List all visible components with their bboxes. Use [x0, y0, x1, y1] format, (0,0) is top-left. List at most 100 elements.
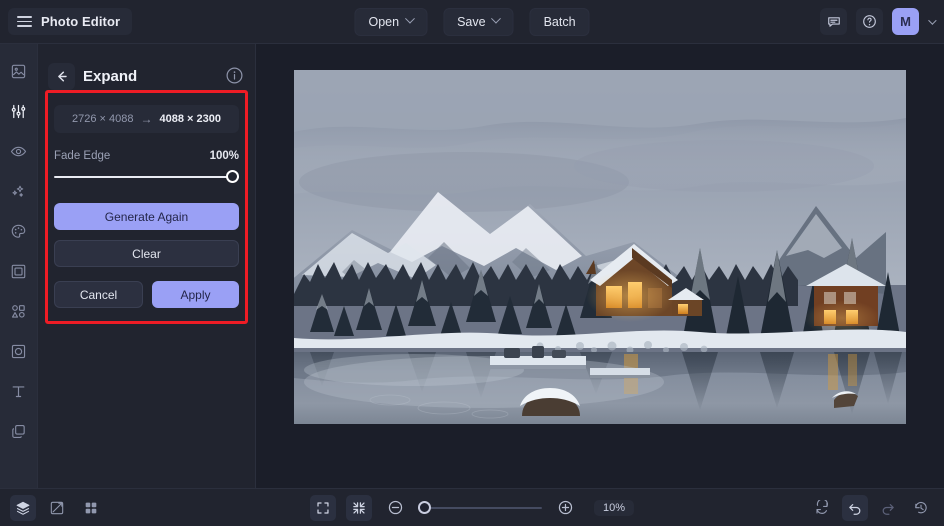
panel-content: 2726 × 4088 → 4088 × 2300 Fade Edge 100%… [38, 105, 255, 308]
image-icon [11, 64, 26, 78]
history-icon [915, 501, 927, 513]
account-chevron-down-icon[interactable] [928, 15, 937, 25]
app-body: Expand 2726 × 4088 → 4088 × 2300 Fade Ed… [0, 44, 944, 488]
tool-rail [0, 44, 38, 488]
generate-again-button[interactable]: Generate Again [54, 203, 239, 230]
fade-edge-slider-track [54, 176, 239, 178]
fade-edge-slider-handle[interactable] [226, 170, 239, 183]
chevron-down-icon [404, 13, 415, 24]
hamburger-icon[interactable] [17, 16, 32, 27]
fullscreen-button[interactable] [309, 494, 336, 521]
batch-label: Batch [543, 14, 576, 29]
dimensions-to: 4088 × 2300 [159, 113, 221, 125]
eye-icon [10, 146, 27, 156]
open-label: Open [368, 14, 400, 29]
undo-icon [849, 503, 861, 515]
help-button[interactable] [856, 8, 883, 35]
fade-edge-value: 100% [209, 150, 239, 162]
reset-icon [816, 499, 828, 514]
layers-icon [16, 501, 30, 515]
avatar[interactable]: M [892, 8, 919, 35]
grid-icon [85, 502, 97, 513]
shapes-icon [11, 304, 25, 318]
photo-image [294, 70, 906, 424]
history-button[interactable] [908, 495, 934, 521]
open-button[interactable]: Open [354, 7, 428, 36]
rail-item-text[interactable] [6, 378, 32, 404]
batch-button[interactable]: Batch [529, 7, 590, 36]
photo-editor-app: Photo Editor Open Save Batch M Expand 27… [0, 0, 944, 526]
photo-canvas[interactable] [294, 70, 906, 424]
dimensions-from: 2726 × 4088 [72, 113, 134, 125]
expand-panel: Expand 2726 × 4088 → 4088 × 2300 Fade Ed… [38, 44, 256, 488]
info-circle-icon [226, 67, 243, 84]
app-header: Photo Editor Open Save Batch M [0, 0, 944, 44]
dock [490, 346, 586, 369]
save-button[interactable]: Save [443, 7, 514, 36]
rail-item-image[interactable] [6, 58, 32, 84]
feedback-button[interactable] [820, 8, 847, 35]
panel-action-row: Cancel Apply [54, 281, 239, 308]
rail-item-adjustments[interactable] [6, 98, 32, 124]
rail-item-color[interactable] [6, 218, 32, 244]
cancel-button[interactable]: Cancel [54, 281, 143, 308]
dimensions-display: 2726 × 4088 → 4088 × 2300 [54, 105, 239, 133]
zoom-slider-handle[interactable] [417, 500, 431, 514]
info-button[interactable] [225, 66, 245, 86]
header-actions: M [820, 8, 937, 35]
clear-button[interactable]: Clear [54, 240, 239, 267]
layers-icon [12, 424, 25, 438]
fit-to-screen-button[interactable] [345, 494, 372, 521]
bottom-left-tools [10, 494, 104, 521]
grid-button[interactable] [78, 495, 104, 521]
zoom-slider-track [417, 506, 542, 509]
brand-menu-button[interactable]: Photo Editor [8, 8, 133, 35]
fade-edge-slider[interactable] [54, 169, 239, 185]
fullscreen-icon [317, 501, 329, 514]
canvas-area[interactable] [256, 44, 944, 488]
zoom-slider[interactable] [417, 500, 542, 515]
help-circle-icon [863, 15, 876, 28]
zoom-out-button[interactable] [382, 495, 408, 521]
compare-icon [50, 501, 64, 514]
apply-button[interactable]: Apply [152, 281, 239, 308]
zoom-in-icon [558, 500, 572, 515]
transform-icon [11, 344, 26, 358]
bottom-right-tools [809, 494, 934, 521]
rail-item-shapes[interactable] [6, 298, 32, 324]
panel-header: Expand [48, 57, 245, 95]
layers-toggle-button[interactable] [10, 494, 36, 521]
dock-small [590, 368, 650, 378]
compare-button[interactable] [44, 495, 70, 521]
fade-edge-label: Fade Edge [54, 150, 111, 162]
text-icon [12, 385, 25, 397]
zoom-controls: 10% [309, 494, 635, 521]
rail-item-effects[interactable] [6, 178, 32, 204]
adjustments-icon [11, 104, 26, 118]
fade-edge-row: Fade Edge 100% [54, 150, 239, 162]
redo-icon [882, 503, 894, 515]
app-title: Photo Editor [41, 14, 121, 29]
sparkles-icon [12, 185, 24, 197]
redo-button[interactable] [875, 495, 901, 521]
header-toolbar: Open Save Batch [354, 7, 590, 36]
back-button[interactable] [48, 62, 75, 90]
zoom-out-icon [388, 500, 402, 515]
reset-button[interactable] [809, 495, 835, 521]
arrow-left-icon [58, 70, 67, 82]
bottom-toolbar: 10% [0, 488, 944, 526]
zoom-level-value[interactable]: 10% [593, 499, 635, 516]
rail-item-frame[interactable] [6, 258, 32, 284]
zoom-in-button[interactable] [552, 495, 578, 521]
rail-item-layers[interactable] [6, 418, 32, 444]
chat-icon [827, 16, 840, 27]
palette-icon [11, 224, 26, 238]
dimensions-arrow-icon: → [140, 112, 153, 126]
save-label: Save [457, 14, 486, 29]
undo-button[interactable] [842, 494, 868, 521]
panel-title: Expand [83, 67, 138, 85]
frame-icon [11, 264, 26, 278]
rail-item-transform[interactable] [6, 338, 32, 364]
chevron-down-icon [491, 13, 502, 24]
rail-item-retouch[interactable] [6, 138, 32, 164]
